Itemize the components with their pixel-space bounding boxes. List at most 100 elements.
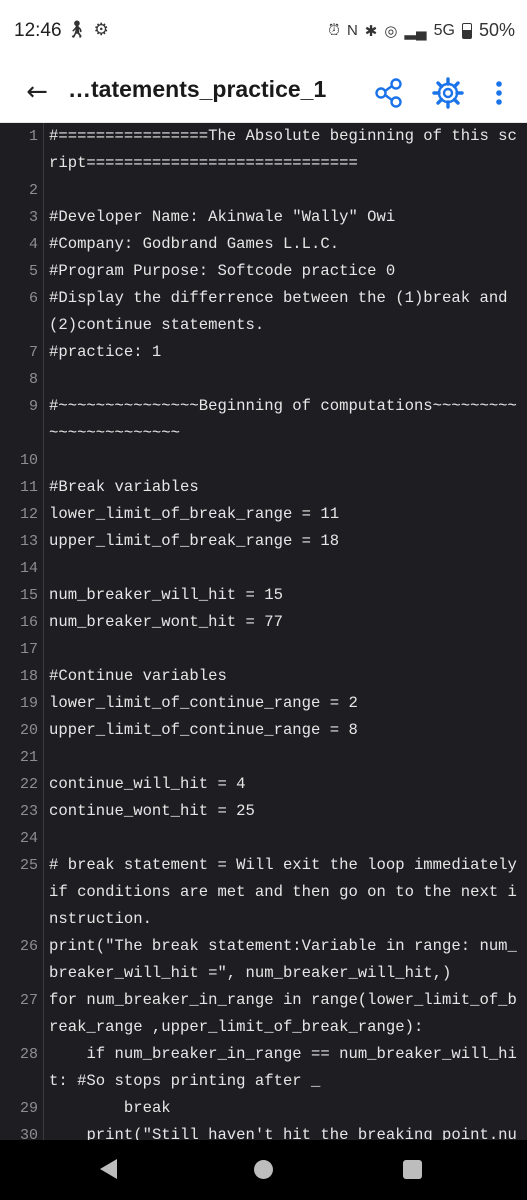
code-text[interactable] [49, 447, 517, 474]
code-line[interactable]: 24 [0, 825, 527, 852]
share-button[interactable] [372, 76, 406, 110]
more-vert-icon [496, 81, 502, 105]
code-text[interactable]: lower_limit_of_continue_range = 2 [49, 690, 517, 717]
code-line[interactable]: 8 [0, 366, 527, 393]
code-text[interactable] [49, 366, 517, 393]
settings-button[interactable] [431, 76, 465, 110]
code-text[interactable]: continue_will_hit = 4 [49, 771, 517, 798]
code-text[interactable] [49, 636, 517, 663]
gutter-divider [43, 177, 44, 204]
code-text[interactable]: #Display the differrence between the (1)… [49, 285, 517, 339]
gutter-divider [43, 555, 44, 582]
line-number: 4 [28, 236, 38, 253]
code-text[interactable]: #practice: 1 [49, 339, 517, 366]
line-number: 26 [19, 938, 38, 955]
code-text[interactable] [49, 744, 517, 771]
line-number: 18 [19, 668, 38, 685]
code-text[interactable]: #Continue variables [49, 663, 517, 690]
line-number: 29 [19, 1100, 38, 1117]
code-text[interactable]: #Program Purpose: Softcode practice 0 [49, 258, 517, 285]
code-line[interactable]: 29 break [0, 1095, 527, 1122]
code-editor[interactable]: 1 #================The Absolute beginning… [0, 123, 527, 1140]
hotspot-icon: ◎ [384, 22, 398, 40]
nav-home-button[interactable] [254, 1160, 273, 1179]
code-line[interactable]: 30 print("Still haven't hit the breaking… [0, 1122, 527, 1140]
line-number: 7 [28, 344, 38, 361]
line-number: 5 [28, 263, 38, 280]
code-line[interactable]: 18 #Continue variables [0, 663, 527, 690]
code-line[interactable]: 23 continue_wont_hit = 25 [0, 798, 527, 825]
gutter-divider [43, 582, 44, 609]
code-text[interactable]: #================The Absolute beginning … [49, 123, 517, 177]
nav-recents-button[interactable] [403, 1160, 422, 1179]
code-line[interactable]: 3 #Developer Name: Akinwale "Wally" Owi [0, 204, 527, 231]
code-line[interactable]: 11 #Break variables [0, 474, 527, 501]
code-text[interactable]: #Company: Godbrand Games L.L.C. [49, 231, 517, 258]
nfc-icon: N [346, 22, 358, 39]
code-line[interactable]: 6 #Display the differrence between the (1… [0, 285, 527, 339]
gutter-divider [43, 1041, 44, 1095]
navigation-bar [0, 1140, 527, 1200]
code-text[interactable]: # break statement = Will exit the loop i… [49, 852, 517, 933]
code-line[interactable]: 14 [0, 555, 527, 582]
code-line[interactable]: 4 #Company: Godbrand Games L.L.C. [0, 231, 527, 258]
code-line[interactable]: 21 [0, 744, 527, 771]
code-line[interactable]: 2 [0, 177, 527, 204]
gutter-divider [43, 609, 44, 636]
code-text[interactable]: print("The break statement:Variable in r… [49, 933, 517, 987]
gutter-divider [43, 447, 44, 474]
code-text[interactable]: lower_limit_of_break_range = 11 [49, 501, 517, 528]
code-line[interactable]: 5 #Program Purpose: Softcode practice 0 [0, 258, 527, 285]
code-line[interactable]: 17 [0, 636, 527, 663]
status-time: 12:46 [14, 20, 62, 41]
code-line[interactable]: 28 if num_breaker_in_range == num_breake… [0, 1041, 527, 1095]
gutter-divider [43, 663, 44, 690]
more-options-button[interactable] [485, 76, 513, 110]
line-number: 24 [19, 830, 38, 847]
code-text[interactable] [49, 177, 517, 204]
code-line[interactable]: 12 lower_limit_of_break_range = 11 [0, 501, 527, 528]
code-line[interactable]: 15 num_breaker_will_hit = 15 [0, 582, 527, 609]
code-text[interactable]: print("Still haven't hit the breaking po… [49, 1122, 517, 1140]
gutter-divider [43, 393, 44, 447]
code-text[interactable]: break [49, 1095, 517, 1122]
code-text[interactable]: continue_wont_hit = 25 [49, 798, 517, 825]
gutter-divider [43, 987, 44, 1041]
code-line[interactable]: 10 [0, 447, 527, 474]
status-right: ⏰︎ N ✱ ◎ ▂▄ 5G 50% [328, 20, 515, 41]
code-text[interactable]: if num_breaker_in_range == num_breaker_w… [49, 1041, 517, 1095]
code-line[interactable]: 19 lower_limit_of_continue_range = 2 [0, 690, 527, 717]
code-line[interactable]: 13 upper_limit_of_break_range = 18 [0, 528, 527, 555]
code-text[interactable]: #Developer Name: Akinwale "Wally" Owi [49, 204, 517, 231]
line-number: 15 [19, 587, 38, 604]
accessibility-icon: 🚶︎ [66, 20, 94, 40]
code-text[interactable]: for num_breaker_in_range in range(lower_… [49, 987, 517, 1041]
code-line[interactable]: 16 num_breaker_wont_hit = 77 [0, 609, 527, 636]
code-line[interactable]: 25 # break statement = Will exit the loop… [0, 852, 527, 933]
code-line[interactable]: 1 #================The Absolute beginning… [0, 123, 527, 177]
code-text[interactable] [49, 825, 517, 852]
code-line[interactable]: 9 #~~~~~~~~~~~~~~~Beginning of computatio… [0, 393, 527, 447]
gutter-divider [43, 474, 44, 501]
code-line[interactable]: 7 #practice: 1 [0, 339, 527, 366]
back-button[interactable]: ← [20, 72, 54, 112]
code-text[interactable]: num_breaker_will_hit = 15 [49, 582, 517, 609]
gear-icon [432, 77, 464, 109]
gutter-divider [43, 798, 44, 825]
nav-back-button[interactable] [100, 1159, 117, 1179]
line-number: 8 [28, 371, 38, 388]
code-text[interactable]: upper_limit_of_continue_range = 8 [49, 717, 517, 744]
code-line[interactable]: 22 continue_will_hit = 4 [0, 771, 527, 798]
gear-icon: ⚙︎ [93, 20, 115, 40]
code-text[interactable] [49, 555, 517, 582]
code-text[interactable]: upper_limit_of_break_range = 18 [49, 528, 517, 555]
code-line[interactable]: 20 upper_limit_of_continue_range = 8 [0, 717, 527, 744]
code-text[interactable]: #~~~~~~~~~~~~~~~Beginning of computation… [49, 393, 517, 447]
code-text[interactable]: #Break variables [49, 474, 517, 501]
line-number: 1 [28, 128, 38, 145]
code-line[interactable]: 26 print("The break statement:Variable in… [0, 933, 527, 987]
code-text[interactable]: num_breaker_wont_hit = 77 [49, 609, 517, 636]
code-line[interactable]: 27 for num_breaker_in_range in range(lowe… [0, 987, 527, 1041]
gutter-divider [43, 636, 44, 663]
gutter-divider [43, 285, 44, 339]
